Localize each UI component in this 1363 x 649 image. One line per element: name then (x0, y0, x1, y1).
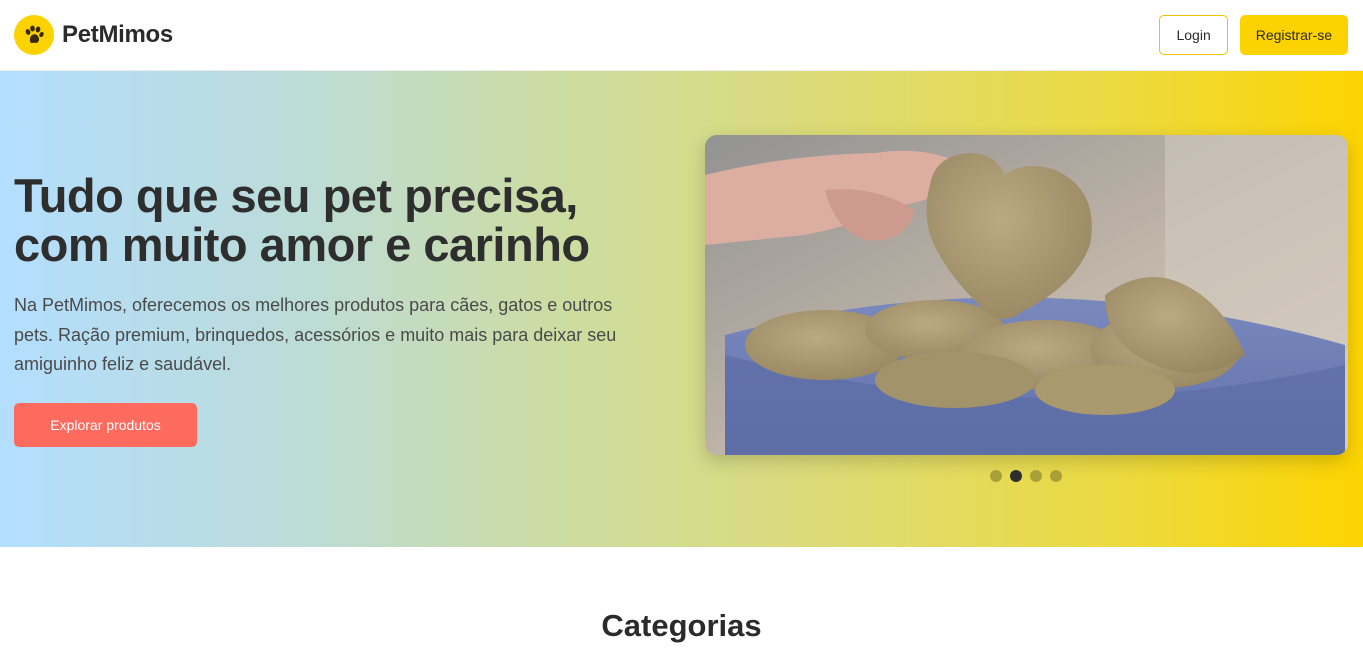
brand-name: PetMimos (62, 21, 173, 48)
site-header: PetMimos Login Registrar-se (0, 0, 1363, 71)
hero-carousel[interactable] (705, 135, 1348, 455)
carousel-slide-image (705, 135, 1348, 455)
carousel-dot-4[interactable] (1050, 470, 1062, 482)
hero-title: Tudo que seu pet precisa, com muito amor… (14, 169, 590, 271)
hero-description: Na PetMimos, oferecemos os melhores prod… (14, 295, 617, 374)
header-actions: Login Registrar-se (1159, 15, 1348, 55)
paw-icon (14, 15, 54, 55)
carousel-dot-3[interactable] (1030, 470, 1042, 482)
brand[interactable]: PetMimos (14, 15, 173, 55)
hero-section: Tudo que seu pet precisa, com muito amor… (0, 71, 1363, 547)
login-button[interactable]: Login (1159, 15, 1228, 55)
carousel-dot-1[interactable] (990, 470, 1002, 482)
carousel-indicators (990, 470, 1062, 482)
explore-products-button[interactable]: Explorar produtos (14, 403, 197, 447)
register-button[interactable]: Registrar-se (1239, 15, 1348, 55)
carousel-dot-2[interactable] (1010, 470, 1022, 482)
categories-title: Categorias (601, 608, 762, 643)
